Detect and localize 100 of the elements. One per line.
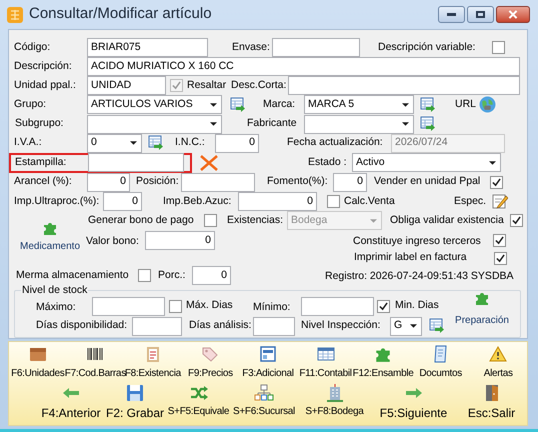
box-icon (28, 345, 48, 363)
dropdown-arrow-icon[interactable] (402, 122, 409, 126)
toolbar-button[interactable]: S+F8:Bodega (297, 384, 372, 422)
field-label: Registro: 2026-07-24-09:51:43 SYSDBA (325, 269, 515, 284)
field-label: Existencias: (227, 212, 284, 228)
checkbox[interactable] (494, 252, 507, 264)
text-field[interactable]: 0 (238, 192, 317, 211)
checkbox[interactable] (492, 41, 505, 54)
toolbar-button[interactable]: F12:Ensamble (354, 345, 412, 381)
barcode-icon (85, 345, 106, 363)
edit-note-icon[interactable] (492, 193, 508, 210)
dropdown-arrow-icon[interactable] (402, 102, 409, 107)
toolbar-button[interactable]: Esc:Salir (455, 384, 528, 422)
text-field[interactable]: 0 (87, 172, 130, 192)
toolbar-button[interactable]: F4:Anterior (38, 384, 104, 422)
checkbox[interactable] (493, 234, 506, 248)
warning-icon (488, 345, 508, 363)
text-field[interactable]: 0 (103, 192, 142, 211)
puzzle-icon (42, 220, 58, 236)
table-arrow-icon[interactable] (429, 318, 445, 334)
dropdown-arrow-icon[interactable] (489, 160, 496, 165)
globe-icon[interactable] (479, 96, 496, 114)
toolbar-button[interactable]: F3:Adicional (239, 345, 297, 381)
text-field[interactable]: 0 (192, 266, 231, 285)
text-field[interactable] (132, 316, 182, 336)
dropdown-arrow-icon[interactable] (210, 122, 217, 126)
text-field[interactable]: UNIDAD (87, 76, 166, 96)
preparacion-button[interactable]: Preparación (451, 290, 513, 330)
dropdown[interactable]: ARTICULOS VARIOS (87, 95, 222, 114)
field-label: Posición: (136, 174, 180, 190)
dropdown[interactable]: MARCA 5 (304, 95, 414, 114)
text-field[interactable] (301, 296, 374, 316)
close-button[interactable] (496, 6, 530, 23)
field-label: Vender en unidad Ppal (374, 174, 482, 190)
close-icon (508, 10, 518, 19)
field-label: I.V.A.: (14, 135, 43, 150)
medicamento-button[interactable]: Medicamento (16, 220, 84, 254)
checkbox[interactable] (510, 214, 523, 228)
dropdown[interactable]: G (390, 316, 422, 336)
checkbox[interactable] (490, 176, 503, 189)
toolbar-button[interactable]: S+F6:Sucursal (231, 384, 297, 422)
toolbar-button[interactable]: F2: Grabar (104, 384, 166, 422)
tag-icon (200, 345, 220, 363)
field-label: Imprimir label en factura (354, 250, 468, 266)
minimize-button[interactable] (438, 6, 465, 23)
field-label: Porc.: (158, 268, 186, 283)
checkbox[interactable] (327, 194, 340, 208)
checkbox[interactable] (377, 300, 390, 312)
field-label: Estampilla: (15, 154, 68, 170)
toolbar-button[interactable]: Alertas (469, 345, 527, 381)
field-label: Envase: (232, 40, 271, 55)
maximize-button[interactable] (467, 6, 494, 23)
checkbox[interactable] (138, 268, 151, 282)
text-field[interactable]: BRIAR075 (87, 38, 208, 58)
field-label: Estado : (308, 154, 348, 170)
toolbar-button[interactable]: S+F5:Equivale (166, 384, 231, 422)
toolbar-button[interactable]: F8:Existencia (124, 345, 182, 381)
field-label: Unidad ppal.: (14, 78, 77, 93)
field-label: Obliga validar existencia (390, 212, 505, 228)
table-arrow-icon[interactable] (230, 96, 246, 113)
table-arrow-icon[interactable] (420, 116, 436, 132)
field-label: Nivel Inspección: (301, 318, 382, 334)
dropdown-arrow-icon[interactable] (130, 141, 137, 146)
field-label: Constituye ingreso terceros (353, 234, 482, 250)
dropdown[interactable]: 0 (87, 134, 142, 153)
table-icon (316, 345, 336, 363)
text-field[interactable]: 0 (333, 172, 367, 192)
app-icon (7, 6, 23, 22)
toolbar-button[interactable]: F6:Unidades (9, 345, 67, 381)
toolbar-button[interactable]: F7:Cod.Barras (66, 345, 124, 381)
text-field[interactable] (88, 153, 184, 172)
dropdown-arrow-icon[interactable] (410, 324, 417, 328)
text-field[interactable] (253, 316, 295, 336)
checkbox[interactable] (204, 214, 217, 228)
org-chart-icon (254, 384, 274, 402)
text-field[interactable] (92, 296, 165, 316)
toolbar-button[interactable]: F11:Contabil (296, 345, 354, 381)
field-label: Imp.Beb.Azuc: (163, 194, 232, 209)
toolbar-button[interactable]: F9:Precios (182, 345, 240, 381)
checkbox[interactable] (169, 300, 182, 312)
table-arrow-icon[interactable] (148, 135, 164, 152)
dropdown-arrow-icon[interactable] (210, 102, 217, 107)
field-label: Máx. Dias (186, 298, 234, 314)
field-label: Descripción variable: (378, 40, 476, 55)
dropdown[interactable]: Activo (352, 153, 501, 172)
field-label: Imp.Ultraproc.(%): (14, 194, 100, 209)
text-field[interactable]: 0 (145, 231, 215, 250)
field-label: Fabricante (247, 116, 298, 132)
field-label: Valor bono: (86, 234, 140, 250)
text-field[interactable] (272, 38, 360, 58)
table-arrow-icon[interactable] (420, 96, 436, 113)
text-field[interactable] (181, 172, 255, 192)
field-label: Marca: (263, 97, 296, 112)
field-label: Días disponibilidad: (36, 318, 128, 334)
group-title: Nivel de stock (21, 285, 88, 296)
text-field[interactable]: 0 (215, 134, 259, 153)
text-field[interactable]: ACIDO MURIATICO X 160 CC (87, 57, 520, 76)
field-label: Min. Dias (395, 298, 440, 314)
toolbar-button[interactable]: F5:Siguiente (372, 384, 455, 422)
text-field[interactable] (288, 76, 520, 96)
